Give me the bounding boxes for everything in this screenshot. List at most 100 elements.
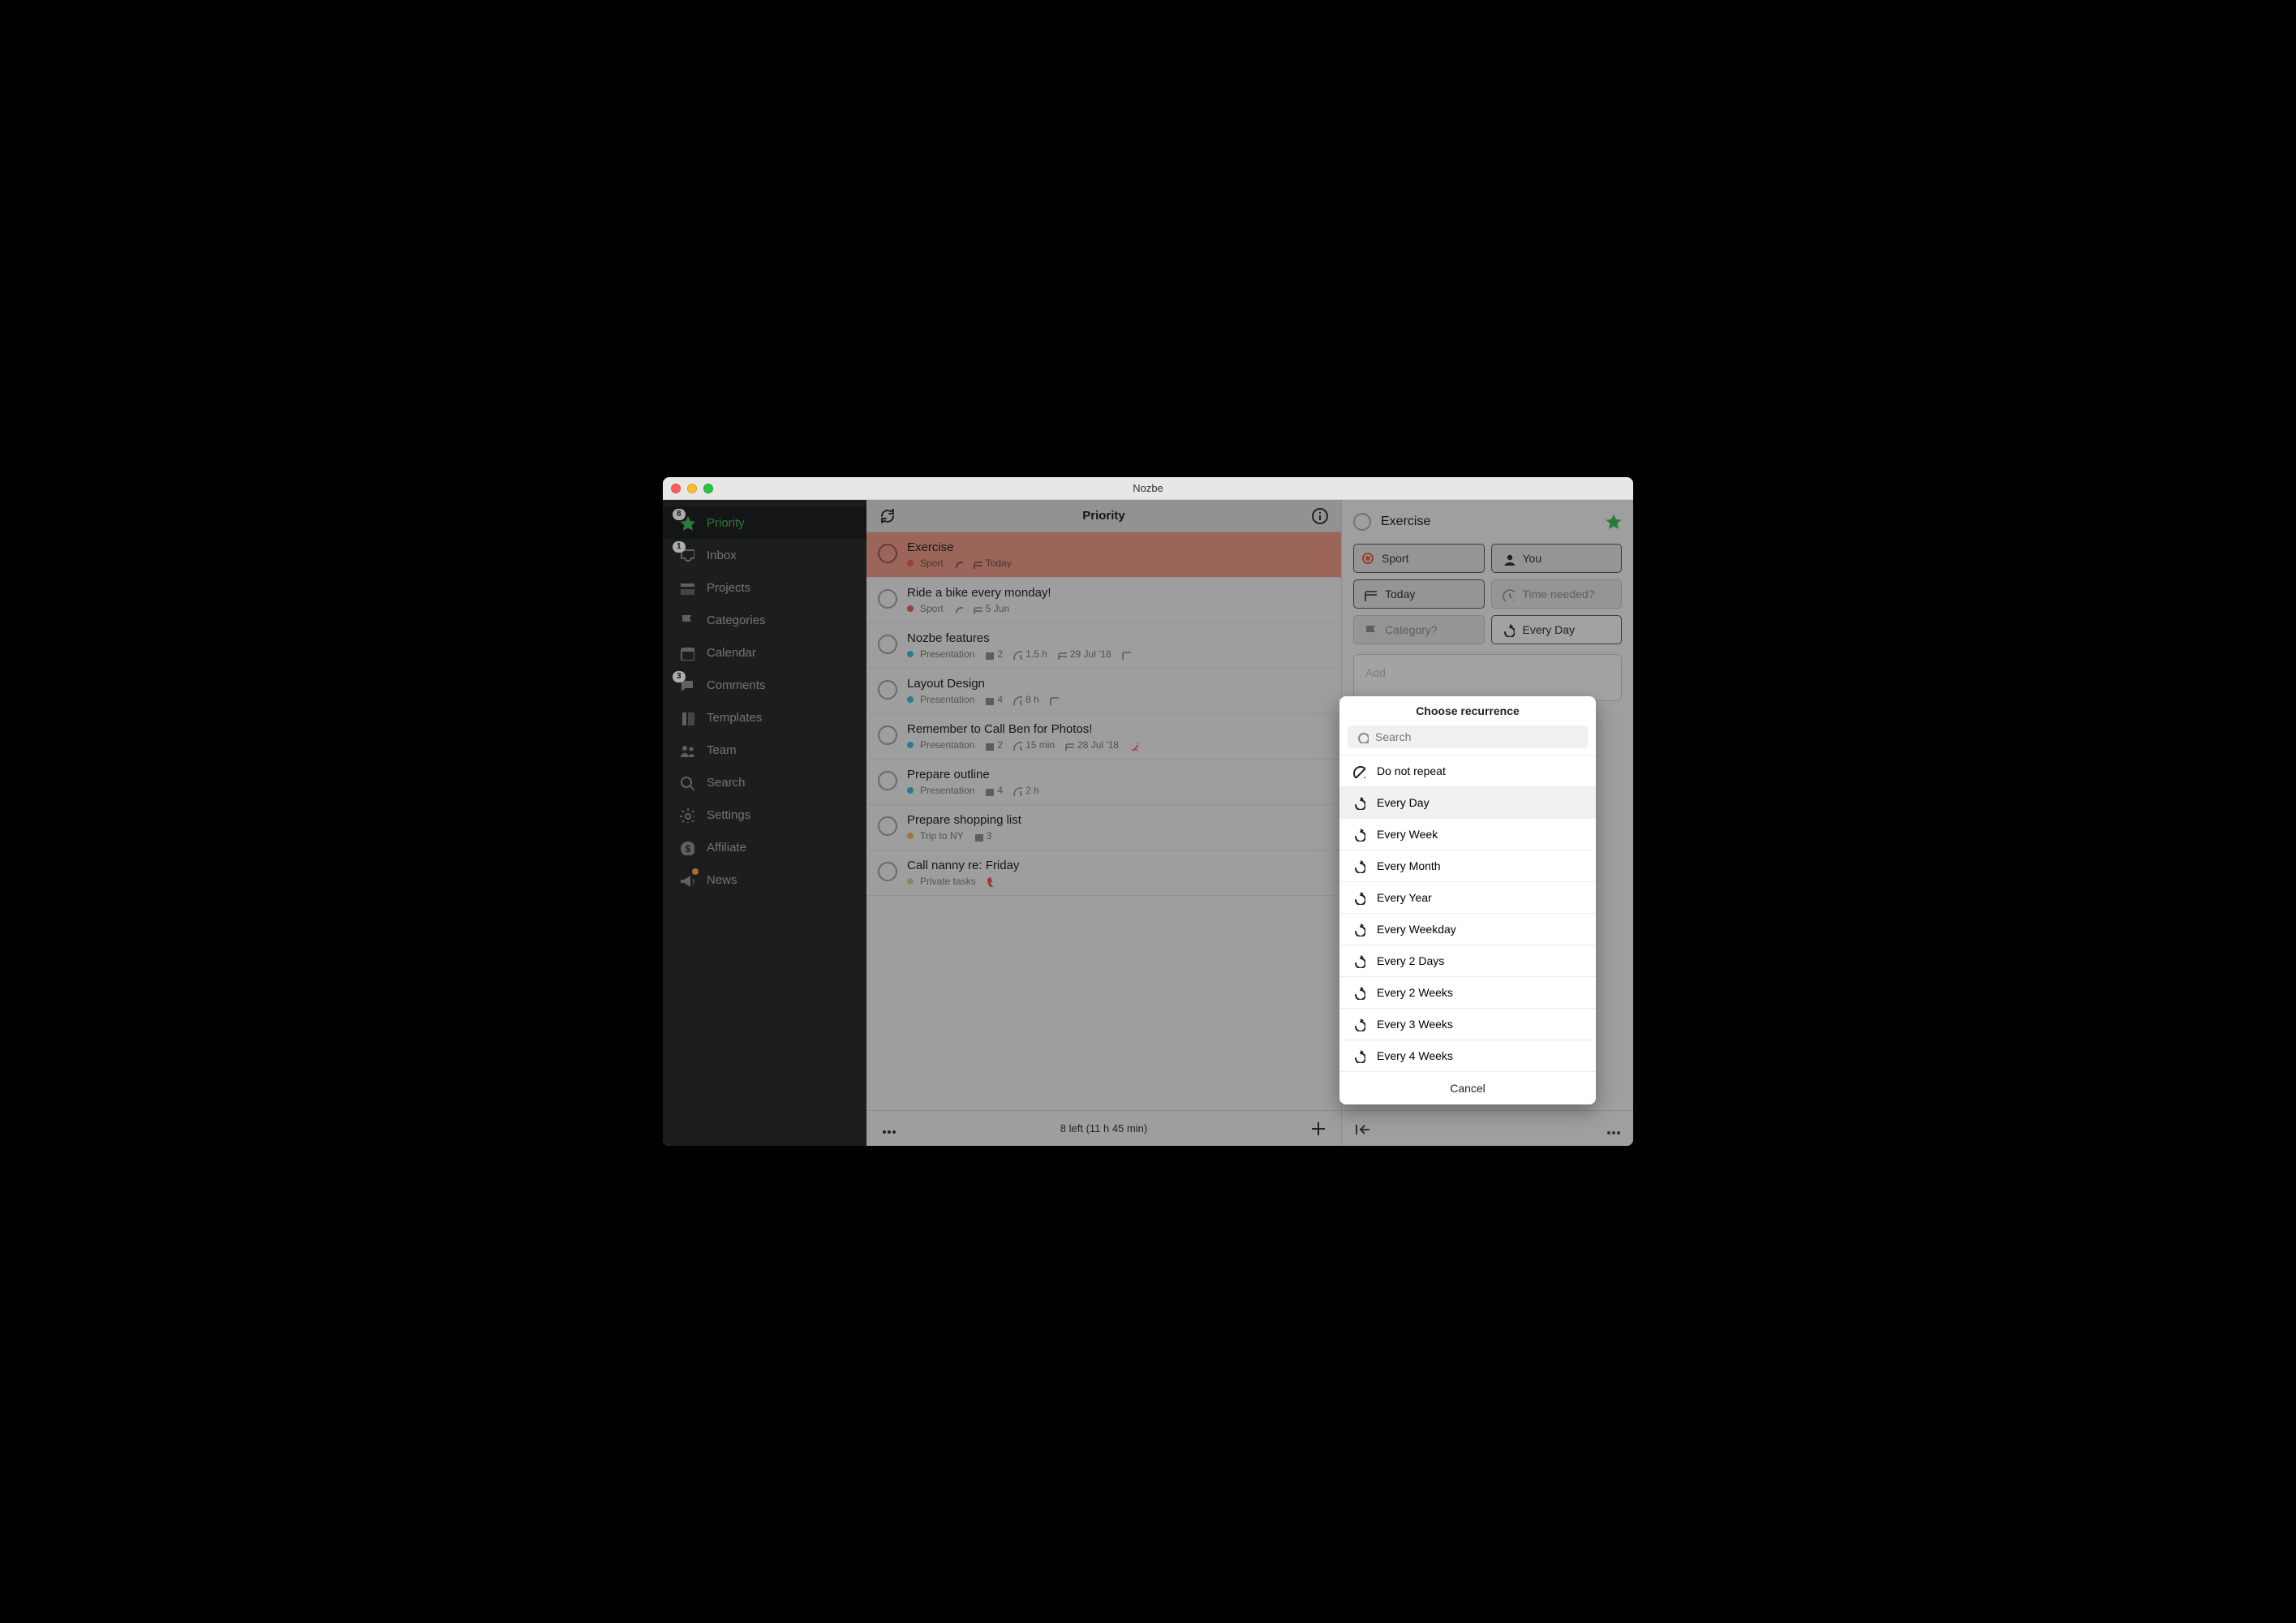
meta-comments: 4 — [982, 785, 1003, 796]
title-bar: Nozbe — [663, 477, 1633, 500]
sidebar-item-team[interactable]: Team — [663, 734, 866, 766]
sidebar-item-label: Settings — [707, 808, 750, 822]
meta-comments: 2 — [982, 648, 1003, 660]
detail-more-button[interactable] — [1604, 1123, 1622, 1134]
popover-option-list[interactable]: Do not repeat Every Day Every Week Every… — [1339, 755, 1596, 1071]
prop-project[interactable]: Sport — [1353, 544, 1485, 573]
task-row[interactable]: Nozbe features Presentation21.5 h29 Jul … — [866, 623, 1341, 669]
flag-icon — [1362, 622, 1377, 637]
task-row[interactable]: Prepare shopping list Trip to NY3 — [866, 805, 1341, 850]
meta-device — [1120, 648, 1131, 660]
sidebar-item-calendar[interactable]: Calendar — [663, 636, 866, 669]
recurrence-option-3weeks[interactable]: Every 3 Weeks — [1339, 1008, 1596, 1040]
meta-date: Today — [971, 558, 1012, 569]
recurrence-option-2days[interactable]: Every 2 Days — [1339, 945, 1596, 976]
sidebar-item-comments[interactable]: 3 Comments — [663, 669, 866, 701]
popover-search[interactable] — [1348, 725, 1588, 748]
sidebar-badge: 1 — [673, 541, 686, 553]
prop-recurrence[interactable]: Every Day — [1491, 615, 1623, 644]
popover-title: Choose recurrence — [1339, 696, 1596, 725]
recurrence-option-label: Every 4 Weeks — [1377, 1049, 1453, 1062]
sidebar-item-priority[interactable]: 8 Priority — [663, 506, 866, 539]
task-title: Prepare shopping list — [907, 813, 1330, 827]
detail-footer — [1342, 1110, 1633, 1146]
detail-complete-toggle[interactable] — [1353, 513, 1371, 531]
popover-cancel-button[interactable]: Cancel — [1339, 1071, 1596, 1104]
complete-toggle[interactable] — [878, 635, 897, 654]
recurrence-option-month[interactable]: Every Month — [1339, 850, 1596, 881]
prop-assignee[interactable]: You — [1491, 544, 1623, 573]
task-list[interactable]: Exercise SportToday Ride a bike every mo… — [866, 532, 1341, 1110]
task-pane-footer: 8 left (11 h 45 min) — [866, 1110, 1341, 1146]
comment-input[interactable]: Add — [1353, 654, 1622, 701]
task-row[interactable]: Prepare outline Presentation42 h — [866, 760, 1341, 805]
task-row[interactable]: Call nanny re: Friday Private tasks — [866, 850, 1341, 896]
recurrence-option-weekday[interactable]: Every Weekday — [1339, 913, 1596, 945]
task-row[interactable]: Ride a bike every monday! Sport5 Jun — [866, 578, 1341, 623]
complete-toggle[interactable] — [878, 680, 897, 700]
priority-star-icon[interactable] — [1604, 513, 1622, 531]
detail-title[interactable]: Exercise — [1381, 514, 1594, 529]
sidebar-badge: 8 — [673, 509, 686, 520]
task-row[interactable]: Exercise SportToday — [866, 532, 1341, 578]
complete-toggle[interactable] — [878, 862, 897, 881]
sidebar-item-affiliate[interactable]: Affiliate — [663, 831, 866, 863]
complete-toggle[interactable] — [878, 771, 897, 790]
prop-time[interactable]: Time needed? — [1491, 579, 1623, 609]
info-button[interactable] — [1310, 506, 1330, 526]
affiliate-icon — [677, 839, 695, 855]
task-meta: Presentation215 min28 Jul '18 — [907, 739, 1330, 751]
settings-icon — [677, 807, 695, 823]
prop-date[interactable]: Today — [1353, 579, 1485, 609]
sidebar-item-search[interactable]: Search — [663, 766, 866, 799]
complete-toggle[interactable] — [878, 725, 897, 745]
task-pane-header: Priority — [866, 500, 1341, 532]
complete-toggle[interactable] — [878, 589, 897, 609]
sidebar-item-label: Comments — [707, 678, 766, 692]
sidebar-item-settings[interactable]: Settings — [663, 799, 866, 831]
prop-project-label: Sport — [1382, 552, 1408, 565]
sidebar-item-label: Templates — [707, 711, 762, 725]
sidebar-item-label: Inbox — [707, 549, 737, 562]
meta-project: Presentation — [907, 739, 974, 751]
meta-recur — [952, 603, 963, 614]
sidebar-item-news[interactable]: News — [663, 863, 866, 896]
recurrence-option-year[interactable]: Every Year — [1339, 881, 1596, 913]
recurrence-option-none[interactable]: Do not repeat — [1339, 755, 1596, 786]
sidebar-item-projects[interactable]: Projects — [663, 571, 866, 604]
task-row[interactable]: Remember to Call Ben for Photos! Present… — [866, 714, 1341, 760]
recurrence-option-label: Every Weekday — [1377, 923, 1456, 936]
recurrence-option-label: Every Year — [1377, 891, 1432, 904]
task-row[interactable]: Layout Design Presentation48 h — [866, 669, 1341, 714]
recurrence-option-4weeks[interactable]: Every 4 Weeks — [1339, 1040, 1596, 1071]
complete-toggle[interactable] — [878, 544, 897, 563]
recurrence-option-2weeks[interactable]: Every 2 Weeks — [1339, 976, 1596, 1008]
prop-category[interactable]: Category? — [1353, 615, 1485, 644]
meta-comments: 2 — [982, 739, 1003, 751]
recurrence-option-day[interactable]: Every Day — [1339, 786, 1596, 818]
cycle-icon — [1351, 985, 1365, 1000]
calendar-icon — [677, 644, 695, 661]
sidebar-item-templates[interactable]: Templates — [663, 701, 866, 734]
task-title: Ride a bike every monday! — [907, 586, 1330, 600]
sync-button[interactable] — [878, 506, 897, 526]
app-window: Nozbe 8 Priority 1 Inbox Projects Catego… — [663, 477, 1633, 1146]
cycle-icon — [1351, 859, 1365, 873]
comment-placeholder: Add — [1365, 666, 1386, 679]
footer-more-button[interactable] — [879, 1122, 897, 1135]
projects-icon — [677, 579, 695, 596]
add-task-button[interactable] — [1309, 1119, 1328, 1139]
recurrence-option-week[interactable]: Every Week — [1339, 818, 1596, 850]
no-repeat-icon — [1351, 764, 1365, 778]
recurrence-popover: Choose recurrence Do not repeat Every Da… — [1339, 696, 1596, 1104]
meta-project: Presentation — [907, 648, 974, 660]
popover-search-input[interactable] — [1375, 730, 1580, 743]
complete-toggle[interactable] — [878, 816, 897, 836]
meta-run — [1127, 739, 1138, 751]
sidebar-item-categories[interactable]: Categories — [663, 604, 866, 636]
recurrence-option-label: Every 2 Weeks — [1377, 986, 1453, 999]
person-icon — [1500, 551, 1515, 566]
collapse-detail-button[interactable] — [1353, 1120, 1371, 1138]
sidebar-item-inbox[interactable]: 1 Inbox — [663, 539, 866, 571]
project-color-icon — [1362, 553, 1374, 564]
